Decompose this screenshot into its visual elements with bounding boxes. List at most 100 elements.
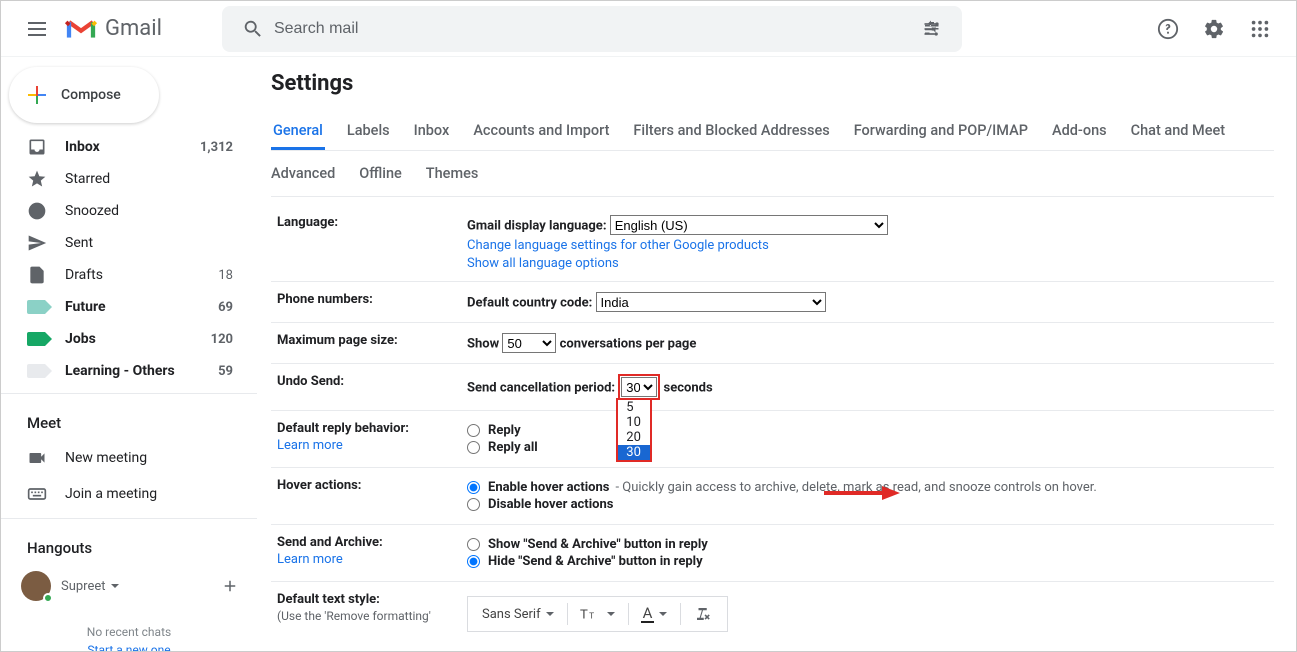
sidebar-item-starred[interactable]: Starred [1,163,249,195]
font-family-picker[interactable]: Sans Serif [474,597,563,631]
change-language-link[interactable]: Change language settings for other Googl… [467,238,1274,253]
undo-prefix: Send cancellation period: [467,381,615,396]
show-send-archive-label: Show "Send & Archive" button in reply [488,537,708,552]
label-icon [27,332,45,346]
undo-option-10[interactable]: 10 [618,415,650,430]
hide-send-archive-radio[interactable] [467,555,480,568]
show-send-archive-radio[interactable] [467,538,480,551]
learn-more-link[interactable]: Learn more [277,438,467,453]
hide-send-archive-label: Hide "Send & Archive" button in reply [488,554,703,569]
sidebar-item-count: 1,312 [200,140,233,155]
clear-formatting-icon [693,605,713,623]
sidebar-item-label: Jobs [65,331,211,347]
meet-item-label: New meeting [65,450,147,466]
sidebar-item-count: 59 [218,364,233,379]
sidebar-item-count: 69 [218,300,233,315]
support-button[interactable] [1148,9,1188,49]
start-new-chat-link[interactable]: Start a new one [9,643,249,651]
tab-advanced[interactable]: Advanced [271,165,335,182]
settings-button[interactable] [1194,9,1234,49]
enable-hover-label: Enable hover actions [488,480,609,495]
separator [628,603,629,625]
sidebar-item-sent[interactable]: Sent [1,227,249,259]
sidebar-item-inbox[interactable]: Inbox 1,312 [1,131,249,163]
sidebar-item-label: Sent [65,235,233,251]
undo-send-select[interactable]: 30 [621,377,657,397]
search-options-button[interactable] [912,9,952,49]
avatar [21,571,51,601]
sidebar-item-snoozed[interactable]: Snoozed [1,195,249,227]
display-language-label: Gmail display language: [467,219,606,234]
setting-label: Default reply behavior: Learn more [271,421,467,457]
video-icon [27,448,47,468]
setting-undo-send: Undo Send: Send cancellation period: 30 … [271,364,1274,411]
undo-option-5[interactable]: 5 [618,400,650,415]
apps-button[interactable] [1240,9,1280,49]
sidebar-item-drafts[interactable]: Drafts 18 [1,259,249,291]
reply-all-option: Reply all [488,440,538,455]
compose-button[interactable]: Compose [9,67,159,123]
setting-label: Maximum page size: [271,333,467,353]
svg-text:T: T [589,612,594,621]
tab-filters[interactable]: Filters and Blocked Addresses [631,114,831,150]
label-icon [27,300,45,314]
tab-offline[interactable]: Offline [359,165,402,182]
font-name: Sans Serif [482,607,541,622]
tab-accounts[interactable]: Accounts and Import [471,114,611,150]
text-color-picker[interactable]: A [633,597,677,631]
join-meeting-button[interactable]: Join a meeting [1,476,257,512]
divider [1,393,257,394]
font-size-picker[interactable]: TT [572,597,624,631]
reply-radio[interactable] [467,424,480,437]
setting-hover-actions: Hover actions: Enable hover actions - Qu… [271,468,1274,525]
page-title: Settings [271,57,1274,114]
language-select[interactable]: English (US) [610,215,888,235]
tab-forwarding[interactable]: Forwarding and POP/IMAP [852,114,1030,150]
enable-hover-radio[interactable] [467,481,480,494]
sidebar-item-count: 120 [211,332,233,347]
page-size-suffix: conversations per page [560,337,697,352]
sidebar-item-learning[interactable]: Learning - Others 59 [1,355,249,387]
drafts-icon [27,265,47,285]
country-select[interactable]: India [596,292,826,312]
star-icon [27,169,47,189]
reply-option: Reply [488,423,521,438]
main-menu-button[interactable] [17,9,57,49]
setting-label: Send and Archive: Learn more [271,535,467,571]
tab-themes[interactable]: Themes [426,165,479,182]
sidebar-item-count: 18 [218,268,233,283]
search-bar[interactable] [222,6,962,52]
add-chat-button[interactable] [221,577,239,595]
clear-formatting-button[interactable] [685,597,721,631]
inbox-icon [27,137,47,157]
tab-labels[interactable]: Labels [345,114,392,150]
tab-chat[interactable]: Chat and Meet [1129,114,1227,150]
help-icon [1157,18,1179,40]
show-all-languages-link[interactable]: Show all language options [467,256,1274,271]
page-size-select[interactable]: 50 [502,333,556,353]
undo-option-20[interactable]: 20 [618,430,650,445]
undo-option-30[interactable]: 30 [618,445,650,460]
tab-general[interactable]: General [271,114,325,150]
tab-addons[interactable]: Add-ons [1050,114,1109,150]
search-input[interactable] [274,20,912,38]
sidebar-item-label: Inbox [65,139,200,155]
tab-inbox[interactable]: Inbox [412,114,452,150]
disable-hover-radio[interactable] [467,498,480,511]
new-meeting-button[interactable]: New meeting [1,440,257,476]
reply-all-radio[interactable] [467,441,480,454]
gmail-icon [65,17,97,41]
hangouts-user-row[interactable]: Supreet [1,565,257,607]
meet-section-title: Meet [1,400,257,440]
text-color-icon: A [641,606,655,623]
chevron-down-icon [606,609,616,619]
setting-page-size: Maximum page size: Show 50 conversations… [271,323,1274,364]
chevron-down-icon [110,581,120,591]
format-toolbar: Sans Serif TT A [467,596,728,632]
sidebar-item-future[interactable]: Future 69 [1,291,249,323]
sidebar-item-jobs[interactable]: Jobs 120 [1,323,249,355]
learn-more-link[interactable]: Learn more [277,552,467,567]
sidebar-item-label: Future [65,299,218,315]
search-icon [242,18,264,40]
app-logo[interactable]: Gmail [65,16,162,41]
